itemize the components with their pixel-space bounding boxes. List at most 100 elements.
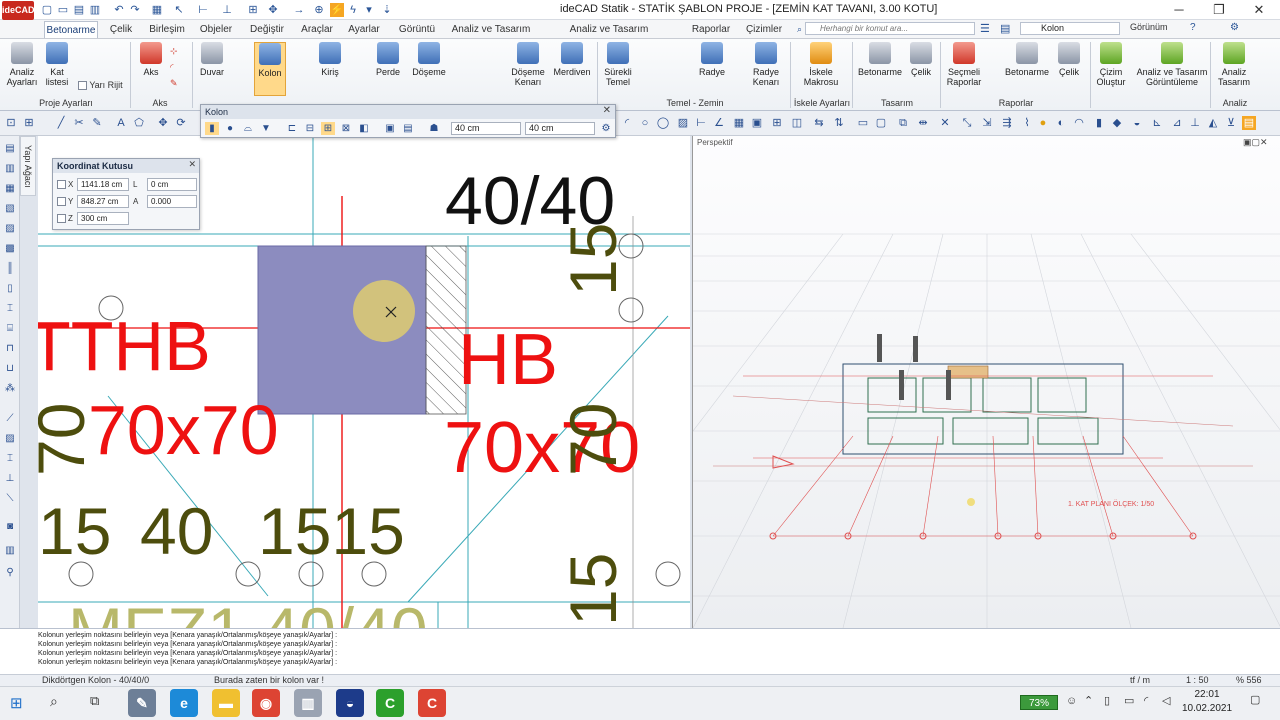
aks-button[interactable]: Aks [136,42,166,96]
select-icon[interactable]: ↖ [172,3,186,17]
beam-list-icon[interactable]: ▨ [3,222,17,236]
zoom-icon[interactable]: ⊡ [4,116,18,130]
light-icon[interactable]: ● [1036,116,1050,130]
usb-icon[interactable]: ▯ [1104,694,1110,708]
cizim-olustur-button[interactable]: Çizim Oluştur [1094,42,1128,96]
grid-toggle-icon[interactable]: ⊞ [770,116,784,130]
vertical-arrows-icon[interactable]: ⇅ [832,116,846,130]
x-lock-checkbox[interactable] [57,180,66,189]
z-lock-checkbox[interactable] [57,214,66,223]
hatch-list-icon[interactable]: ▨ [3,432,17,446]
walker-icon[interactable]: ⚲ [3,566,17,580]
camtasia-icon[interactable]: C [376,689,404,717]
perde-button[interactable]: Perde [372,42,404,96]
kiris-button[interactable]: Kiriş [314,42,346,96]
column-3d-icon[interactable]: ▮ [1092,116,1106,130]
walk-icon[interactable]: ⊻ [1224,116,1238,130]
doseme-kenari-button[interactable]: Döşeme Kenarı [508,42,548,96]
redo-icon[interactable]: ↷ [128,3,142,17]
table-icon[interactable]: ▦ [732,116,746,130]
angle-icon[interactable]: ∠ [712,116,726,130]
circle-icon[interactable]: ○ [638,116,652,130]
offset-icon[interactable]: ⇶ [1000,116,1014,130]
tasarim-celik-button[interactable]: Çelik [906,42,936,96]
wifi-icon[interactable]: ◜ [1144,694,1148,708]
command-search-input[interactable]: Herhangi bir komut ara... [805,22,975,35]
arrow-icon[interactable]: → [292,3,306,17]
idecad-taskbar-icon[interactable]: ▥ [294,689,322,717]
material-icon[interactable]: ◆ [1110,116,1124,130]
section-list-icon[interactable]: ⌶ [3,302,17,316]
task-view-icon[interactable]: ⧉ [90,693,99,709]
tab-goruntu[interactable]: Görüntü [392,21,442,38]
analiz-ayarlari-button[interactable]: Analiz Ayarları [4,42,40,96]
person-icon[interactable]: ☗ [427,122,441,135]
tab-ayarlar[interactable]: Ayarlar [344,21,384,38]
chrome-icon[interactable]: ◉ [252,689,280,717]
open-folder-icon[interactable]: ▭ [56,3,70,17]
chevron-up-icon[interactable]: ⌃ [1084,694,1093,708]
undo-icon[interactable]: ↶ [112,3,126,17]
axis-edit-icon[interactable]: ✎ [170,78,182,90]
tasarim-betonarme-button[interactable]: Betonarme [856,42,904,96]
view-menu[interactable]: Görünüm [1130,22,1168,32]
restore-icon[interactable]: ❐ [1200,0,1238,20]
kat-listesi-button[interactable]: Kat listesi [42,42,72,96]
circle-column-icon[interactable]: ● [223,122,237,135]
sphere-icon[interactable]: ◐ [1054,116,1068,130]
column-type-icon[interactable]: ▮ [205,122,219,135]
l-input[interactable]: 0 cm [147,178,197,191]
align-edge-icon[interactable]: ⊏ [285,122,299,135]
frame-icon[interactable]: ▣ [383,122,397,135]
tab-birlesim[interactable]: Birleşim [146,21,188,38]
dropdown-icon[interactable]: ▾ [362,3,376,17]
stair-tool-icon[interactable]: ⌶ [3,452,17,466]
browser-icon[interactable]: ◒ [336,689,364,717]
stack-icon[interactable]: ▧ [3,202,17,216]
kolon-panel[interactable]: Kolon ✕ ▮ ● ⌓ ▼ ⊏ ⊟ ⊞ ⊠ ◧ ▣ ▤ ☗ 40 cm 40… [200,104,616,138]
status-unit[interactable]: tf / m [1130,675,1150,685]
coordinate-box[interactable]: Koordinat Kutusu ✕ X 1141.18 cm L 0 cm Y… [52,158,200,230]
axis-tool-icon[interactable]: ⊹ [170,46,182,58]
perspective-view[interactable]: Perspektif ▣▢✕ 1. KAT PLANI ÖLÇEK: 1/50 [692,136,1280,628]
pan-icon[interactable]: ✥ [156,116,170,130]
opening-icon[interactable]: ⊓ [3,342,17,356]
cap-column-icon[interactable]: ⌓ [241,122,255,135]
minimize-icon[interactable]: ─ [1160,0,1198,20]
dimension-icon[interactable]: ⊢ [694,116,708,130]
copy-icon[interactable]: ⧉ [896,116,910,130]
edge-icon[interactable]: e [170,689,198,717]
section-icon[interactable]: ⊿ [1170,116,1184,130]
arrows-icon[interactable]: ⇆ [812,116,826,130]
rotate-icon[interactable]: ⟳ [174,116,188,130]
axis-view-icon[interactable]: ⊾ [1150,116,1164,130]
scale-icon[interactable]: ⤡ [960,116,974,130]
volume-icon[interactable]: ◁ [1162,694,1170,708]
y-input[interactable]: 848.27 cm [77,195,129,208]
analiz-tasarim-goruntuleme-button[interactable]: Analiz ve Tasarım Görüntüleme [1136,42,1208,96]
settings-icon[interactable]: ⚙ [599,122,613,135]
new-file-icon[interactable]: ▢ [40,3,54,17]
arc-icon[interactable]: ◜ [620,116,634,130]
chart-icon[interactable]: ▥ [3,544,17,558]
kolon-panel-title[interactable]: Kolon [201,105,615,119]
tab-raporlar[interactable]: Raporlar [686,21,736,38]
frame-icon[interactable]: ▢ [874,116,888,130]
level-icon[interactable]: ⊥ [3,472,17,486]
properties-icon[interactable]: ▤ [3,142,17,156]
notification-icon[interactable]: ▢ [1250,693,1260,707]
pattern-icon[interactable]: ⁂ [3,382,17,396]
radye-button[interactable]: Radye [694,42,730,96]
close-icon[interactable]: ✕ [188,159,196,170]
print-icon[interactable]: ▦ [150,3,164,17]
search-icon[interactable]: ⌕ [50,693,58,710]
mirror-icon[interactable]: ⇹ [916,116,930,130]
yari-rijit-checkbox[interactable]: Yarı Rijit [78,80,123,91]
tab-celik[interactable]: Çelik [104,21,138,38]
camera-icon[interactable]: ◙ [3,520,17,534]
delete-icon[interactable]: ✕ [938,116,952,130]
battery-indicator[interactable]: 73% [1020,695,1058,710]
funnel-icon[interactable]: ▼ [259,122,273,135]
close-icon[interactable]: ✕ [603,105,611,116]
elevation-icon[interactable]: ⊥ [1188,116,1202,130]
